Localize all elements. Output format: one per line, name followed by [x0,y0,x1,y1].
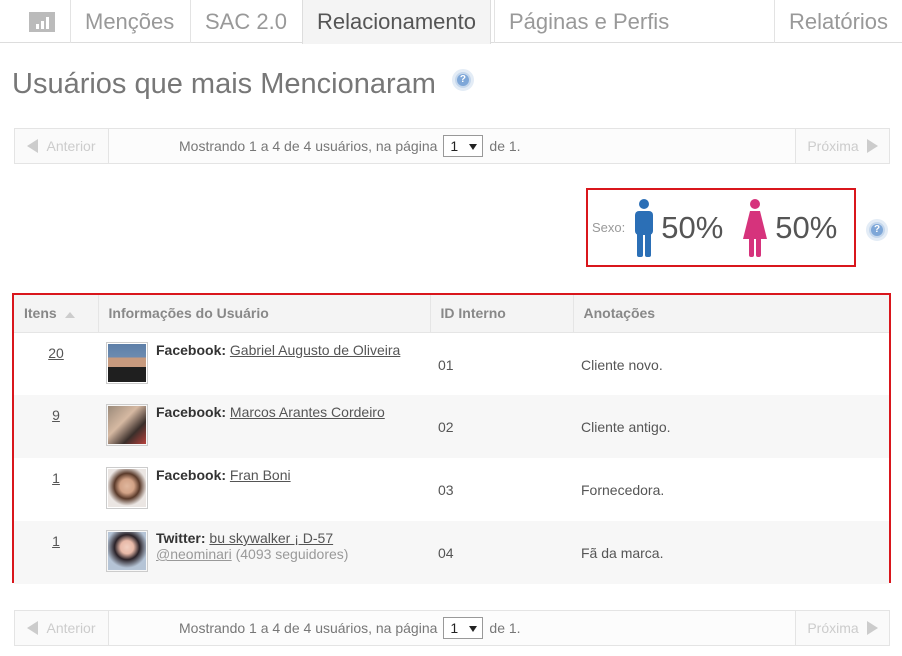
tab-paginas-perfis[interactable]: Páginas e Perfis [494,0,683,43]
male-icon [635,198,654,257]
previous-button[interactable]: Anterior [15,611,109,645]
user-handle-link[interactable]: @neominari [156,546,232,562]
user-name-link[interactable]: Fran Boni [230,467,291,483]
items-count-link[interactable]: 9 [52,407,60,423]
gender-summary: Sexo: 50% 50% [586,188,856,267]
male-percentage: 50% [661,209,724,245]
sort-up-icon [64,312,75,319]
page-title-text: Usuários que mais Mencionaram [12,68,436,100]
tab-mencoes[interactable]: Menções [70,0,188,43]
pager-bottom: Anterior Mostrando 1 a 4 de 4 usuários, … [14,610,890,646]
pager-top: Anterior Mostrando 1 a 4 de 4 usuários, … [14,128,890,164]
top-nav: Menções SAC 2.0 Relacionamento Páginas e… [0,0,902,44]
user-name-link[interactable]: Gabriel Augusto de Oliveira [230,342,400,358]
items-count-link[interactable]: 1 [52,470,60,486]
help-icon[interactable]: ? [451,69,474,91]
pager-info: Mostrando 1 a 4 de 4 usuários, na página… [179,129,521,163]
col-user-info: Informações do Usuário [98,295,431,333]
page-select[interactable]: 1 [443,617,484,639]
tab-dashboard[interactable] [14,0,70,43]
page-title: Usuários que mais Mencionaram ? [12,68,474,101]
female-percentage: 50% [775,209,838,245]
next-button[interactable]: Próxima [795,129,889,163]
user-name-link[interactable]: bu skywalker ¡ D-57 [209,530,333,546]
caret-down-icon [469,144,478,150]
tab-sac[interactable]: SAC 2.0 [190,0,301,43]
avatar [106,404,148,446]
caret-down-icon [469,626,478,632]
female-icon [743,198,768,257]
items-count-link[interactable]: 1 [52,533,60,549]
previous-button[interactable]: Anterior [15,129,109,163]
arrow-right-icon [866,621,878,635]
arrow-left-icon [27,139,39,153]
avatar [106,341,148,384]
tab-relacionamento[interactable]: Relacionamento [302,0,491,44]
pager-info: Mostrando 1 a 4 de 4 usuários, na página… [179,611,521,645]
items-count-link[interactable]: 20 [48,345,64,361]
avatar [106,467,148,509]
users-table: Itens Informações do Usuário ID Interno … [12,293,891,584]
bar-chart-icon [29,11,55,32]
avatar [106,530,148,572]
arrow-right-icon [866,139,878,153]
table-row: 1 Facebook: Fran Boni 03 Fornecedora. [14,458,889,521]
page-select[interactable]: 1 [443,135,484,157]
table-row: 1 Twitter: bu skywalker ¡ D-57 @neominar… [14,521,889,584]
col-itens[interactable]: Itens [14,295,99,333]
tab-relatorios[interactable]: Relatórios [774,0,902,43]
col-notes: Anotações [573,295,889,333]
gender-help-icon[interactable]: ? [866,219,888,241]
table-row: 9 Facebook: Marcos Arantes Cordeiro 02 C… [14,395,889,458]
next-button[interactable]: Próxima [795,611,889,645]
table-row: 20 Facebook: Gabriel Augusto de Oliveira… [14,332,889,395]
user-name-link[interactable]: Marcos Arantes Cordeiro [230,404,385,420]
arrow-left-icon [27,621,39,635]
col-internal-id: ID Interno [430,295,574,333]
